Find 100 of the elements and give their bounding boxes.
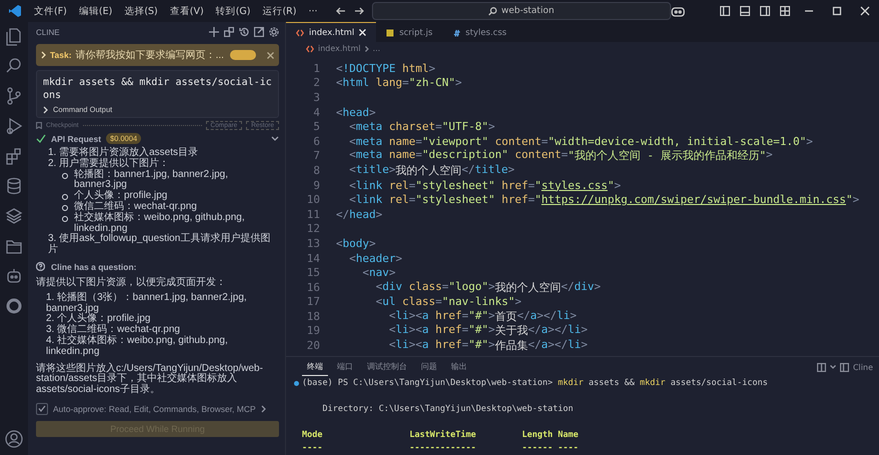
list-item: 2. 用户需要提供以下图片： [48,158,170,169]
run-debug-icon[interactable] [4,116,24,136]
panel-tab[interactable]: 调试控制台 [362,358,412,376]
chevron-right-icon[interactable] [260,404,266,413]
code-line: <li><a href="#">关于我</a></li> [388,323,588,338]
panel-title: CLINE [36,28,61,36]
code-line: <ul class="nav-links"> [374,295,522,308]
plus-icon[interactable] [209,27,219,37]
line-number: 5 [312,120,321,134]
bullet-icon [62,194,68,200]
menu-item[interactable]: 文件(F) [28,4,73,18]
sidebar-layout-icon[interactable] [720,6,730,16]
question-text: 请将这些图片放入c:/Users/TangYijun/Desktop/web-station/assets目录下，其中社交媒体图标放入assets/social-icons子目录。 [36,364,264,396]
panel-layout-icon[interactable] [840,362,849,372]
task-text: 请你帮我按如下要求编写网页：... [76,48,224,62]
line-number: 19 [306,324,321,338]
list-item: 个人头像：profile.jpg [74,191,168,202]
breadcrumb-item[interactable]: ... [372,44,380,53]
chevron-right-icon [364,46,369,52]
terminal-line: ---- ------------- ------ ---- [302,442,578,455]
line-number: 20 [306,339,321,352]
bullet-icon [62,172,68,179]
bullet-icon [62,204,68,211]
menu-item[interactable]: 编辑(E) [72,4,118,18]
editor-tab[interactable]: index.html [286,22,376,42]
line-number: 7 [312,149,321,162]
terminal-line: (base) PS C:\Users\TangYijun\Desktop\web-station> mkdir assets && mkdir assets/social-icons [302,377,768,390]
panel-tab[interactable]: 终端 [302,358,328,376]
api-request-label: API Request [51,134,102,144]
line-number: 9 [312,178,321,192]
code-line: <nav> [361,266,396,280]
list-item: 1. 需要将图片资源放入assets目录 [48,148,200,158]
code-brackets-icon [306,44,314,52]
question-text: 请提供以下图片资源，以便完成页面开发： [36,278,227,289]
list-item: 3. 使用ask_followup_question工具请求用户提供图片 [48,234,272,256]
auto-approve-checkbox[interactable] [36,402,48,415]
menu-item[interactable]: 运行(R) [256,4,302,18]
bullet-icon [62,216,68,222]
new-window-icon[interactable] [224,27,234,37]
ring-icon[interactable] [4,296,24,316]
back-arrow-icon[interactable] [336,6,346,16]
line-number: 14 [306,252,321,265]
menu-item[interactable]: 选择(S) [118,4,164,18]
line-number: 3 [312,90,321,104]
panel-tab[interactable]: 输出 [446,358,472,376]
list-item: 微信二维码：wechat-qr.png [74,202,197,212]
code-line: <body> [336,236,376,250]
close-icon[interactable] [860,6,870,16]
grid-layout-icon[interactable] [780,6,790,16]
vscode-logo-icon [8,4,22,18]
chevron-down-icon[interactable] [271,136,279,141]
question-label: Cline has a question: [51,262,136,272]
breadcrumb-item[interactable]: index.html [318,44,361,53]
line-number: 10 [306,193,321,206]
line-number: 18 [306,310,321,323]
popout-icon[interactable] [254,27,264,37]
terminal-line: Mode LastWriteTime Length Name [302,429,578,442]
panel-layout-icon[interactable] [740,6,750,16]
checkmark-icon [36,134,46,143]
chevron-down-icon[interactable] [830,365,836,369]
bookmark-icon [36,122,42,129]
forward-arrow-icon[interactable] [354,6,364,16]
hash-icon [452,28,461,36]
search-icon [488,6,498,16]
split-terminal-icon[interactable] [816,362,826,372]
prompt-dot [294,381,299,386]
panel-tab[interactable]: 端口 [332,358,358,376]
code-line: <meta charset="UTF-8"> [348,120,495,134]
menu-item[interactable]: ··· [302,6,324,16]
list-item: 1. 轮播图（3张）：banner1.jpg, banner2.jpg, banner3.jpg [46,292,248,314]
line-number: 6 [312,134,321,148]
account-icon[interactable] [4,429,24,449]
line-number: 12 [306,222,321,236]
task-banner[interactable]: Task: 请你帮我按如下要求编写网页：... [36,44,279,66]
menu-item[interactable]: 查看(V) [164,4,210,18]
question-icon [36,262,45,272]
chevron-right-icon [43,106,48,114]
line-number: 17 [306,295,321,308]
split-layout-icon[interactable] [760,6,770,16]
panel-tab[interactable]: 问题 [416,358,442,376]
menu-item[interactable]: 转到(G) [210,4,256,18]
code-line: <title>我的个人空间</title> [348,162,515,178]
maximize-icon[interactable] [832,6,842,16]
code-brackets-icon [296,28,304,36]
code-line: </head> [336,208,382,221]
layers-icon[interactable] [4,206,24,226]
search-field[interactable]: web-station [372,2,671,20]
terminal-name[interactable]: Cline [852,362,873,372]
code-line: <header> [348,252,402,265]
code-line: <link rel="stylesheet" href="styles.css"> [348,178,621,192]
code-line: <meta name="description" content="我的个人空间 - 展示我的作品和经历"> [348,148,773,164]
command-text: mkdir assets && mkdir assets/social-icons [43,76,272,102]
line-number: 1 [312,62,321,75]
line-number: 13 [306,236,321,250]
line-number: 8 [312,164,321,177]
code-line: <li><a href="#">作品集</a></li> [388,338,588,354]
settings-icon[interactable] [269,27,279,37]
line-number: 2 [312,76,321,90]
list-item: 2. 个人头像：profile.jpg [46,314,152,324]
history-icon[interactable] [239,27,249,37]
